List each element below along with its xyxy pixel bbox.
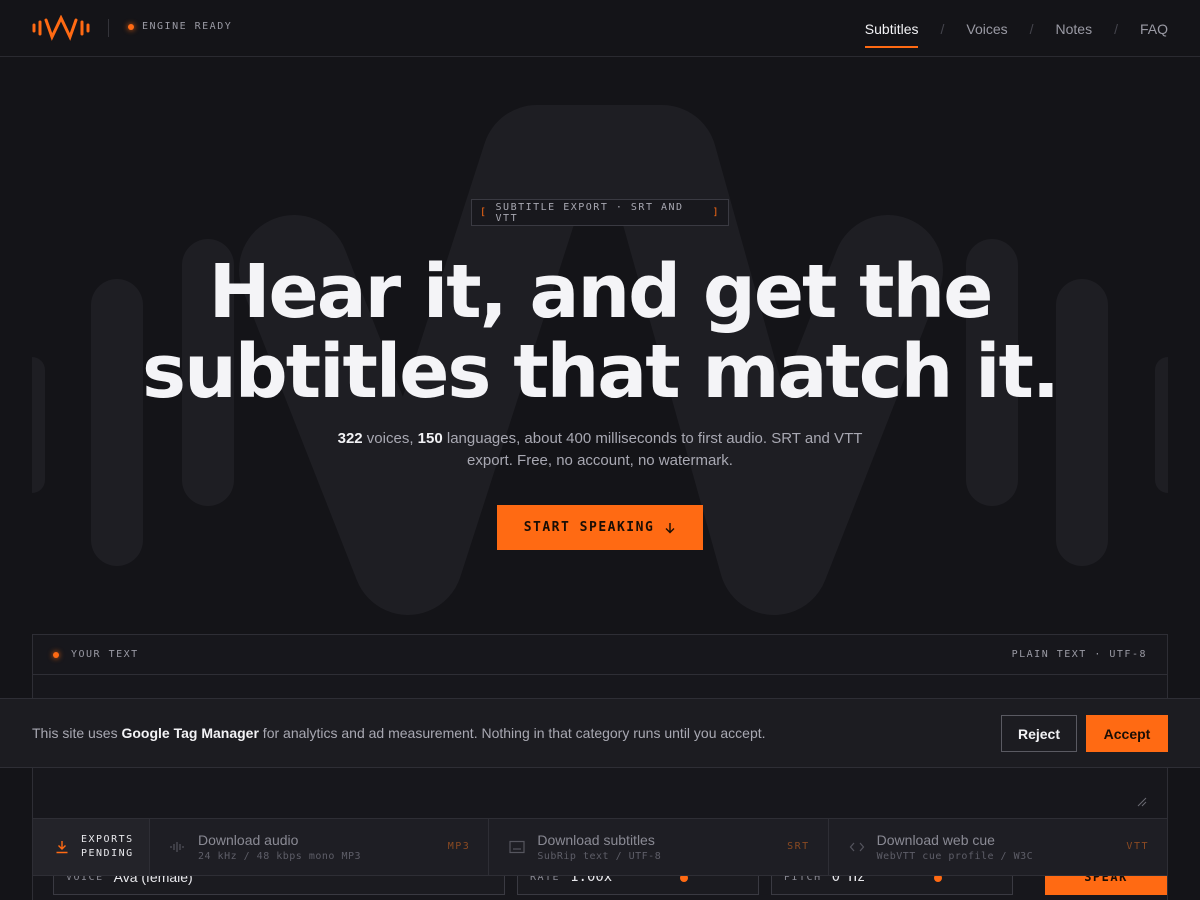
download-subtitles-desc: SubRip text / UTF-8 — [537, 851, 662, 862]
nav-link-subtitles[interactable]: Subtitles — [864, 21, 918, 48]
subtitle-export-pill: [ SUBTITLE EXPORT · SRT AND VTT ] — [471, 199, 729, 226]
accept-button[interactable]: Accept — [1086, 715, 1168, 752]
nav-link-faq[interactable]: FAQ — [1140, 21, 1168, 37]
download-subtitles-title: Download subtitles — [537, 832, 655, 848]
top-nav: ENGINE READY Subtitles / Voices / Notes … — [0, 0, 1200, 57]
status-dot-icon — [128, 23, 134, 30]
exports-status: EXPORTS PENDING — [33, 819, 149, 875]
exports-status-line-2: PENDING — [81, 848, 134, 859]
download-subtitles-format: SRT — [787, 841, 810, 852]
sub-text: voices, — [362, 430, 418, 447]
your-text-label: YOUR TEXT — [71, 649, 139, 660]
engine-status-text: ENGINE READY — [142, 21, 233, 32]
nav-divider — [108, 19, 109, 37]
headline-line-1: Hear it, and get the — [208, 249, 994, 335]
engine-status: ENGINE READY — [128, 21, 232, 32]
nav-separator: / — [1029, 20, 1034, 37]
cookie-message: This site uses Google Tag Manager for an… — [32, 725, 766, 741]
download-icon — [56, 841, 68, 854]
waveform-logo-icon[interactable] — [32, 15, 90, 41]
pill-label: SUBTITLE EXPORT · SRT AND VTT — [495, 201, 684, 224]
arrow-down-icon — [665, 522, 675, 533]
download-web-cue-title: Download web cue — [876, 832, 995, 848]
hero-headline: Hear it, and get the subtitles that matc… — [0, 252, 1200, 412]
waveform-icon — [170, 842, 184, 852]
nav-separator: / — [1114, 20, 1118, 37]
code-icon — [849, 842, 864, 852]
caption-icon — [509, 840, 525, 854]
panel-header: YOUR TEXT PLAIN TEXT · UTF-8 — [33, 635, 1167, 675]
languages-count: 150 — [417, 430, 443, 447]
sub-text: languages, about 400 milliseconds to fir… — [442, 430, 863, 469]
nav-links: Subtitles / Voices / Notes / FAQ — [864, 0, 1168, 57]
pill-bracket: ] — [712, 207, 720, 218]
download-web-cue-format: VTT — [1126, 841, 1149, 852]
exports-bar: EXPORTS PENDING Download audio 24 kHz / … — [32, 818, 1168, 876]
panel-dot-icon — [53, 651, 59, 658]
download-audio-title: Download audio — [198, 832, 299, 848]
nav-link-voices[interactable]: Voices — [966, 21, 1007, 37]
headline-line-2: subtitles that match it. — [142, 329, 1060, 415]
cookie-text: for analytics and ad measurement. Nothin… — [258, 725, 766, 741]
pill-bracket: [ — [480, 207, 488, 218]
download-subtitles-item[interactable]: Download subtitles SubRip text / UTF-8 S… — [488, 819, 827, 875]
start-speaking-button[interactable]: START SPEAKING — [497, 505, 703, 550]
hero-subtitle: 322 voices, 150 languages, about 400 mil… — [320, 428, 880, 472]
cookie-vendor: Google Tag Manager — [121, 725, 259, 741]
cookie-banner: This site uses Google Tag Manager for an… — [0, 698, 1200, 768]
download-audio-desc: 24 kHz / 48 kbps mono MP3 — [198, 851, 362, 862]
nav-link-notes[interactable]: Notes — [1056, 21, 1093, 37]
encoding-label: PLAIN TEXT · UTF-8 — [1011, 649, 1147, 660]
nav-separator: / — [940, 20, 945, 37]
voices-count: 322 — [337, 430, 363, 447]
download-audio-item[interactable]: Download audio 24 kHz / 48 kbps mono MP3… — [149, 819, 488, 875]
download-web-cue-item[interactable]: Download web cue WebVTT cue profile / W3… — [827, 819, 1167, 875]
reject-button[interactable]: Reject — [1001, 715, 1077, 752]
exports-status-line-1: EXPORTS — [81, 834, 134, 845]
download-web-cue-desc: WebVTT cue profile / W3C — [876, 851, 1034, 862]
resize-handle-icon[interactable] — [1137, 797, 1147, 807]
download-audio-format: MP3 — [447, 841, 471, 852]
start-speaking-label: START SPEAKING — [523, 520, 655, 535]
cookie-text: This site uses — [32, 725, 122, 741]
